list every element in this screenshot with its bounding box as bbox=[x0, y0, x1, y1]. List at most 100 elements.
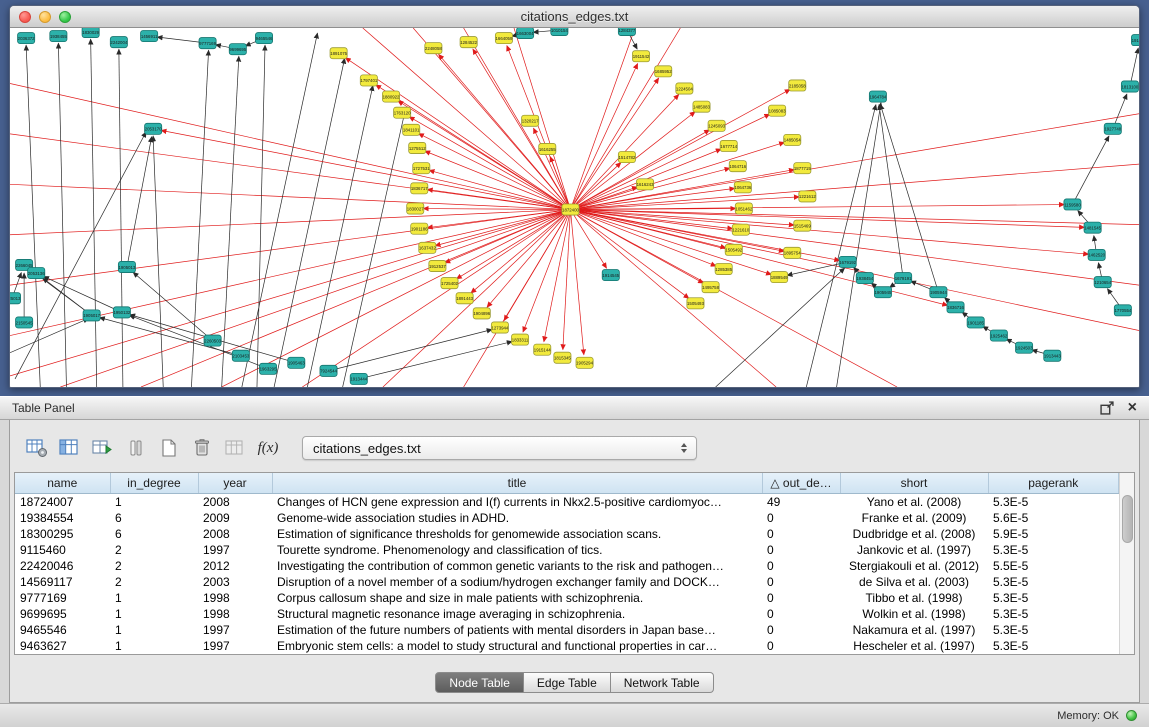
graph-edge[interactable] bbox=[91, 39, 97, 387]
graph-edge[interactable] bbox=[242, 33, 318, 387]
table-cell[interactable]: de Silva et al. (2003) bbox=[840, 574, 988, 590]
graph-node[interactable]: 1224504 bbox=[676, 83, 694, 94]
graph-node[interactable]: 1938455 bbox=[50, 31, 68, 42]
graph-edge[interactable] bbox=[523, 210, 570, 333]
table-cell[interactable]: 5.9E-5 bbox=[988, 526, 1119, 542]
table-cell[interactable]: 1 bbox=[110, 606, 198, 622]
table-row[interactable]: 1456911722003Disruption of a novel membe… bbox=[15, 574, 1119, 590]
graph-node[interactable]: 1159580 bbox=[1064, 199, 1081, 210]
graph-node[interactable]: 1495758 bbox=[702, 282, 720, 293]
table-cell[interactable]: Dudbridge et al. (2008) bbox=[840, 526, 988, 542]
table-cell[interactable]: 6 bbox=[110, 526, 198, 542]
graph-edge[interactable] bbox=[570, 210, 776, 387]
float-panel-icon[interactable] bbox=[1100, 401, 1114, 415]
column-header-2[interactable]: year bbox=[198, 473, 272, 493]
table-row[interactable]: 1830029562008Estimation of significance … bbox=[15, 526, 1119, 542]
table-cell[interactable]: 0 bbox=[762, 574, 840, 590]
column-header-0[interactable]: name bbox=[15, 473, 110, 493]
table-row[interactable]: 1938455462009Genome-wide association stu… bbox=[15, 510, 1119, 526]
delete-table-button[interactable] bbox=[222, 436, 248, 460]
graph-node[interactable]: 1285385 bbox=[715, 263, 733, 274]
table-cell[interactable]: 5.6E-5 bbox=[988, 510, 1119, 526]
graph-edge[interactable] bbox=[302, 210, 570, 387]
table-cell[interactable]: 18300295 bbox=[15, 526, 110, 542]
table-cell[interactable]: 0 bbox=[762, 638, 840, 654]
network-table-selector[interactable]: citations_edges.txt bbox=[302, 436, 697, 460]
graph-node[interactable]: 1905294 bbox=[576, 357, 594, 368]
graph-node[interactable]: 1284522 bbox=[460, 37, 478, 48]
table-cell[interactable]: 2009 bbox=[198, 510, 272, 526]
graph-node[interactable]: 1891443 bbox=[456, 293, 474, 304]
graph-node[interactable]: 1813100 bbox=[1121, 81, 1139, 92]
graph-node[interactable]: 1462520 bbox=[1088, 249, 1106, 260]
graph-edge[interactable] bbox=[127, 137, 152, 267]
graph-edge[interactable] bbox=[363, 28, 571, 210]
graph-node[interactable]: 1905944 bbox=[930, 287, 948, 298]
table-cell[interactable]: 9465546 bbox=[15, 622, 110, 638]
table-cell[interactable]: 1 bbox=[110, 622, 198, 638]
table-cell[interactable]: 1 bbox=[110, 493, 198, 510]
graph-node[interactable]: 2053170 bbox=[145, 123, 163, 134]
graph-node[interactable]: 1797401 bbox=[360, 75, 378, 86]
table-cell[interactable]: 2003 bbox=[198, 574, 272, 590]
graph-node[interactable]: 1485054 bbox=[784, 134, 802, 145]
graph-node[interactable]: 1938454 bbox=[856, 273, 874, 284]
graph-edge[interactable] bbox=[544, 210, 571, 342]
table-cell[interactable]: 19384554 bbox=[15, 510, 110, 526]
table-cell[interactable]: 6 bbox=[110, 510, 198, 526]
column-header-5[interactable]: short bbox=[840, 473, 988, 493]
table-row[interactable]: 946554611997Estimation of the future num… bbox=[15, 622, 1119, 638]
table-row[interactable]: 977716911998Corpus callosum shape and si… bbox=[15, 590, 1119, 606]
table-cell[interactable]: 5.3E-5 bbox=[988, 590, 1119, 606]
table-cell[interactable]: Tibbo et al. (1998) bbox=[840, 590, 988, 606]
graph-edge[interactable] bbox=[10, 134, 570, 210]
table-cell[interactable]: 2008 bbox=[198, 493, 272, 510]
graph-node[interactable]: 9777169 bbox=[199, 38, 217, 49]
close-panel-icon[interactable]: × bbox=[1128, 401, 1137, 415]
zoom-button[interactable] bbox=[59, 11, 71, 23]
graph-node[interactable]: 1815345 bbox=[554, 352, 572, 363]
graph-node[interactable]: 1905945 bbox=[874, 287, 892, 298]
table-cell[interactable]: Jankovic et al. (1997) bbox=[840, 542, 988, 558]
table-cell[interactable]: Nakamura et al. (1997) bbox=[840, 622, 988, 638]
graph-node[interactable]: 1679192 bbox=[839, 256, 857, 267]
graph-edge[interactable] bbox=[329, 329, 493, 370]
graph-edge[interactable] bbox=[471, 210, 571, 294]
graph-node[interactable]: 2103453 bbox=[232, 350, 250, 361]
graph-node[interactable]: 1891075 bbox=[330, 48, 348, 59]
graph-edge[interactable] bbox=[806, 105, 876, 387]
graph-node[interactable]: 1505492 bbox=[725, 244, 743, 255]
graph-node[interactable]: 1927748 bbox=[1104, 123, 1122, 134]
tab-network-table[interactable]: Network Table bbox=[611, 672, 714, 693]
table-cell[interactable]: 9777169 bbox=[15, 590, 110, 606]
graph-node[interactable]: 7924544 bbox=[320, 365, 338, 376]
graph-edge[interactable] bbox=[570, 188, 734, 209]
graph-node[interactable]: 1924503 bbox=[1016, 342, 1034, 353]
table-cell[interactable]: 1997 bbox=[198, 638, 272, 654]
table-cell[interactable]: 2 bbox=[110, 574, 198, 590]
tab-node-table[interactable]: Node Table bbox=[435, 672, 524, 693]
graph-edge[interactable] bbox=[570, 210, 583, 355]
graph-node[interactable]: 1912537 bbox=[429, 260, 447, 271]
table-cell[interactable]: 9699695 bbox=[15, 606, 110, 622]
table-cell[interactable]: 22420046 bbox=[15, 558, 110, 574]
import-table-button[interactable] bbox=[90, 436, 116, 460]
graph-node[interactable]: 1284377 bbox=[618, 28, 636, 36]
table-cell[interactable]: Disruption of a novel member of a sodium… bbox=[272, 574, 762, 590]
graph-node[interactable]: 1963295 bbox=[259, 363, 277, 374]
table-cell[interactable]: Changes of HCN gene expression and I(f) … bbox=[272, 493, 762, 510]
table-cell[interactable]: 0 bbox=[762, 622, 840, 638]
table-cell[interactable]: 2 bbox=[110, 542, 198, 558]
graph-node[interactable]: 1514782 bbox=[618, 152, 636, 163]
graph-node[interactable]: 1210654 bbox=[1094, 277, 1112, 288]
column-header-6[interactable]: pagerank bbox=[988, 473, 1119, 493]
delete-column-button[interactable] bbox=[189, 436, 215, 460]
table-cell[interactable]: 0 bbox=[762, 606, 840, 622]
graph-node[interactable]: 1679191 bbox=[895, 273, 913, 284]
graph-node[interactable]: 1221610 bbox=[732, 224, 750, 235]
graph-node[interactable]: 1221612 bbox=[799, 191, 817, 202]
graph-node[interactable]: 1914545 bbox=[602, 270, 620, 281]
table-cell[interactable]: 5.3E-5 bbox=[988, 493, 1119, 510]
table-cell[interactable]: Tourette syndrome. Phenomenology and cla… bbox=[272, 542, 762, 558]
create-column-button[interactable] bbox=[156, 436, 182, 460]
